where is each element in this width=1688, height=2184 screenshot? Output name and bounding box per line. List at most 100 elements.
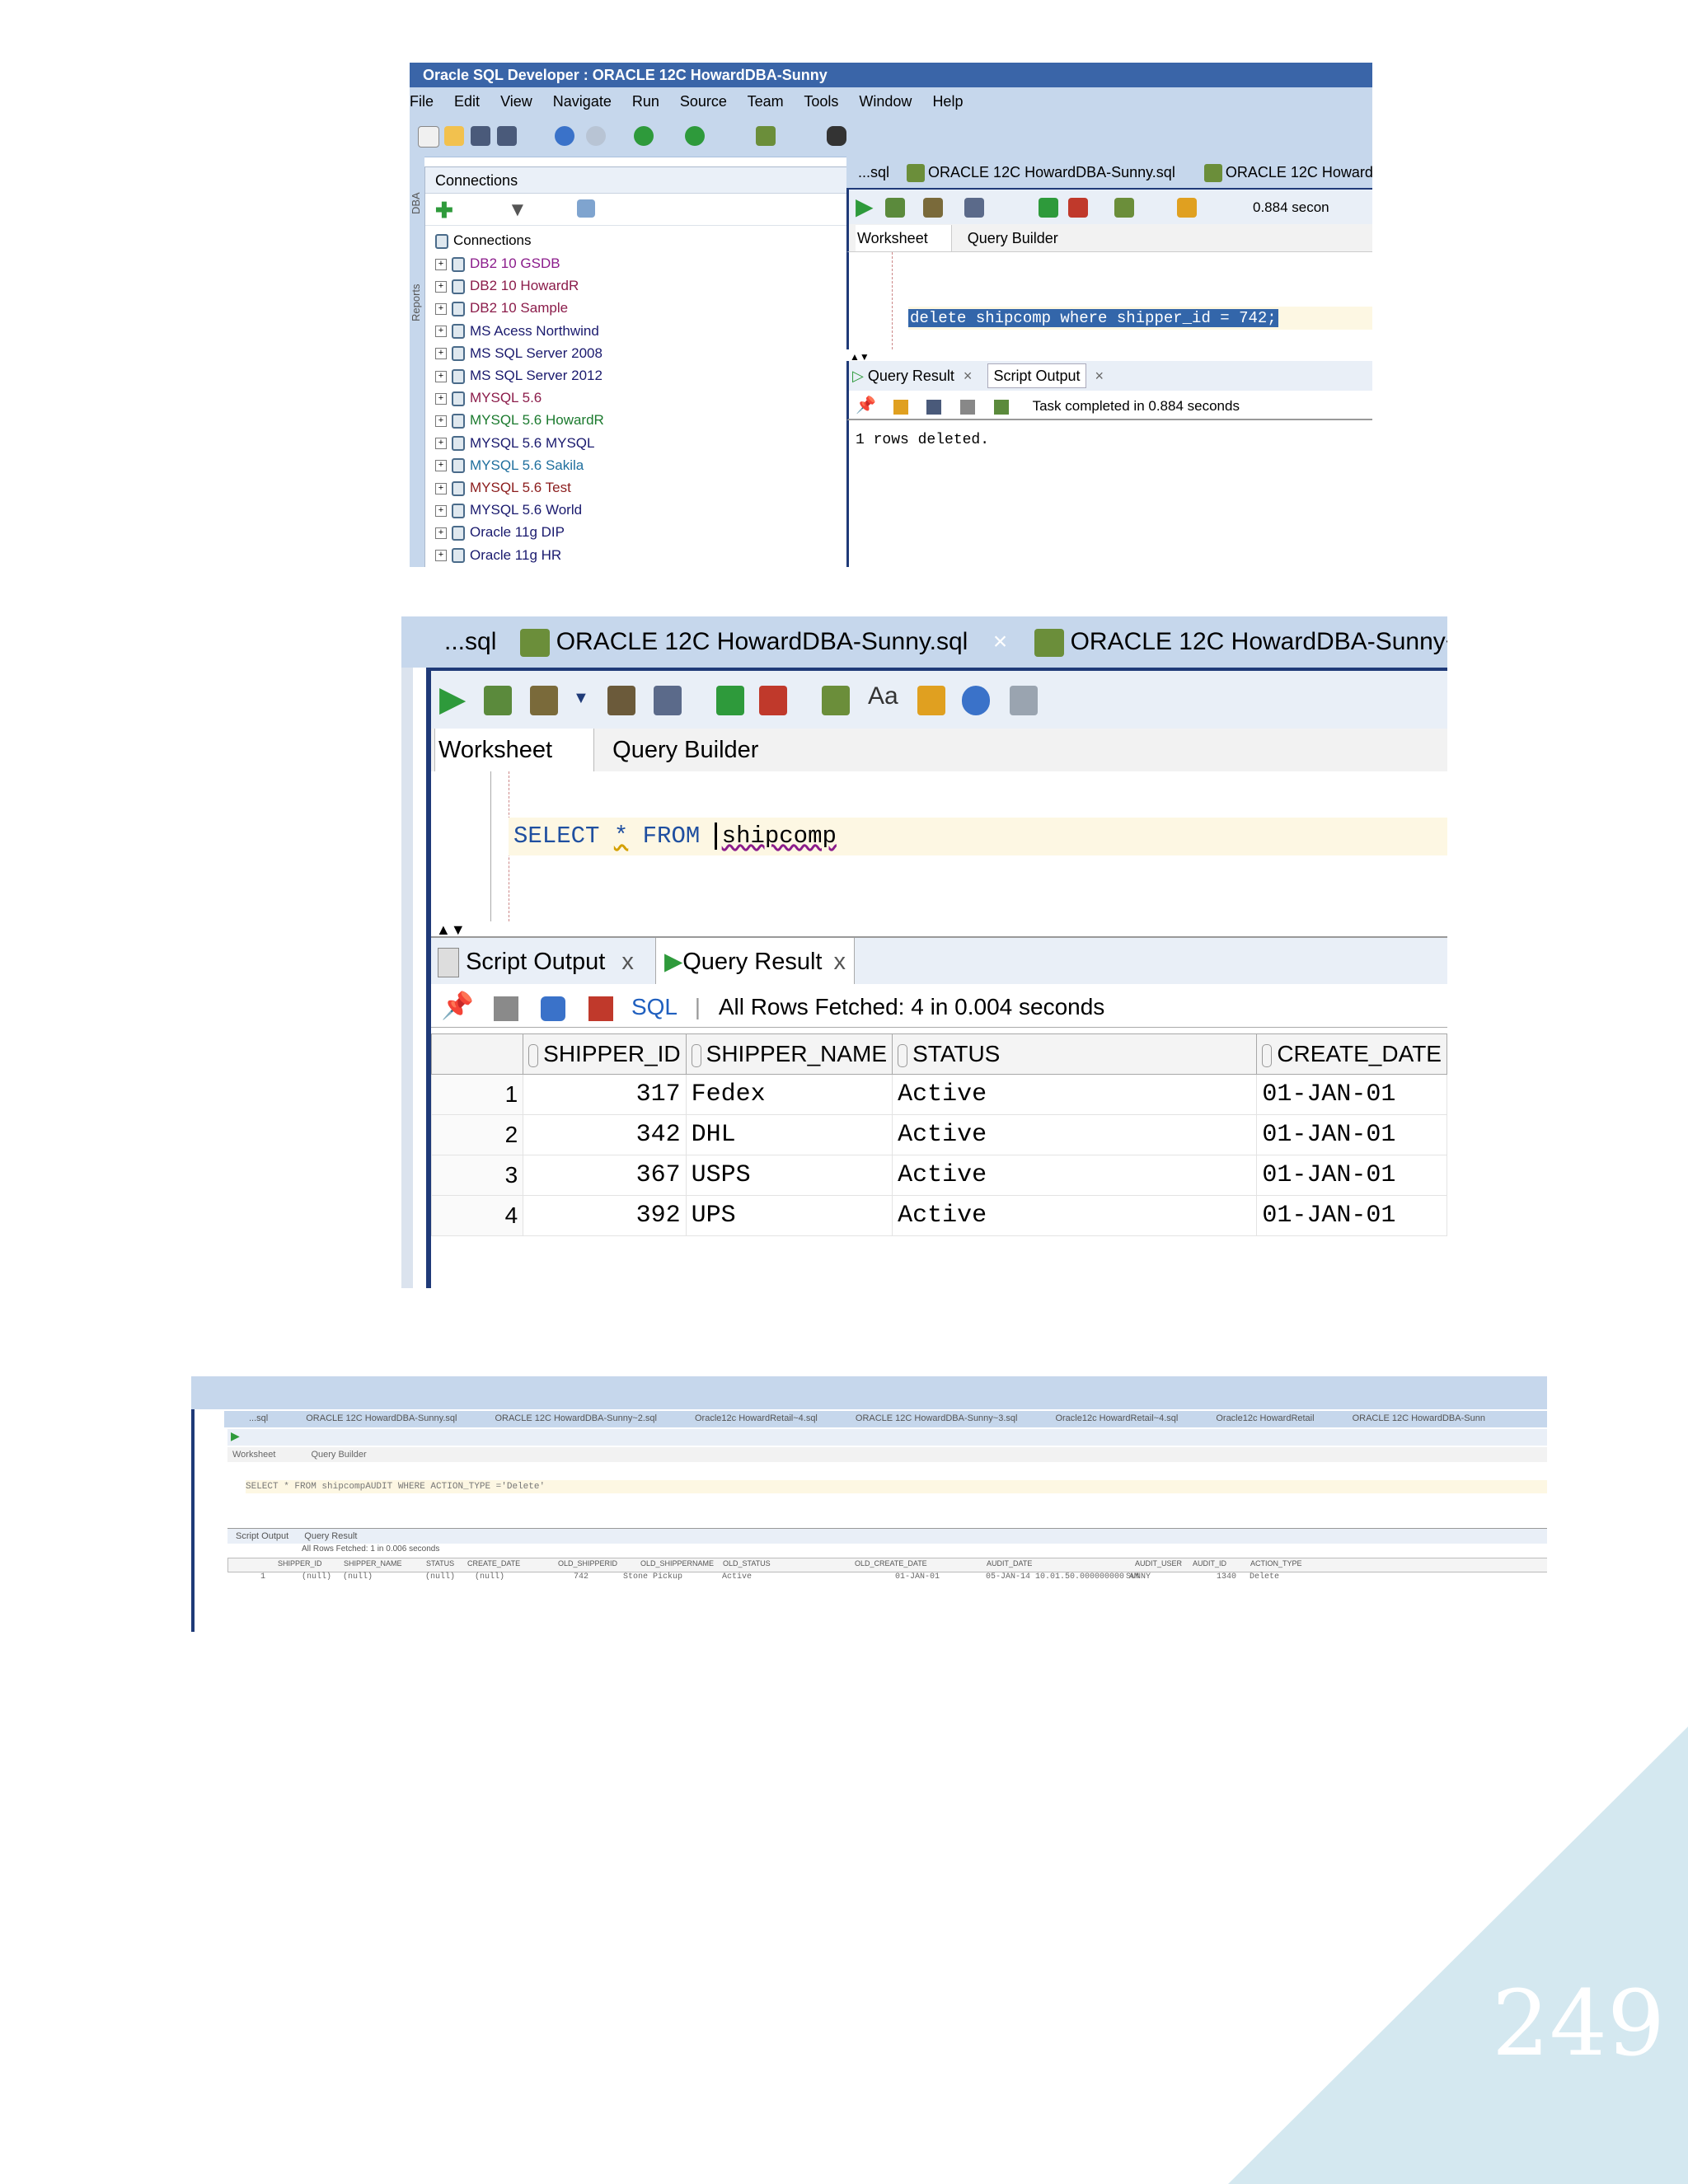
menu-source[interactable]: Source: [680, 93, 727, 110]
cell-shipper-name[interactable]: UPS: [685, 1195, 893, 1236]
run-statement-icon[interactable]: ▶: [856, 193, 874, 220]
clear-output-icon[interactable]: [893, 399, 908, 415]
tree-root[interactable]: Connections: [435, 230, 532, 251]
tab-worksheet[interactable]: Worksheet: [232, 1450, 275, 1460]
column-header[interactable]: SHIPPER_NAME: [344, 1559, 402, 1568]
expand-icon[interactable]: +: [435, 326, 447, 338]
grid-cell[interactable]: 742: [574, 1571, 588, 1584]
tab-howarddba-partial[interactable]: ORACLE 12C HowardD: [1203, 164, 1372, 183]
grid-cell[interactable]: (null): [425, 1571, 455, 1584]
menu-team[interactable]: Team: [748, 93, 784, 110]
tab-query-builder[interactable]: Query Builder: [612, 737, 758, 763]
close-icon[interactable]: ×: [964, 368, 973, 384]
column-header[interactable]: OLD_SHIPPERNAME: [640, 1559, 714, 1568]
grid-cell[interactable]: (null): [302, 1571, 331, 1584]
cell-shipper-id[interactable]: 392: [523, 1195, 687, 1236]
cell-shipper-name[interactable]: Fedex: [685, 1074, 893, 1115]
connection-item[interactable]: + MYSQL 5.6: [435, 387, 542, 409]
commit-icon[interactable]: [1039, 198, 1058, 218]
cell-shipper-name[interactable]: DHL: [685, 1114, 893, 1155]
menu-tools[interactable]: Tools: [804, 93, 838, 110]
expand-icon[interactable]: +: [435, 504, 447, 517]
tab-howarddba-sunny[interactable]: ORACLE 12C HowardDBA-Sunny.sql: [907, 164, 1175, 183]
connection-item[interactable]: + Oracle 11g HR: [435, 545, 561, 566]
rollback-icon[interactable]: [759, 686, 787, 715]
menu-help[interactable]: Help: [932, 93, 963, 110]
binoculars-icon[interactable]: [827, 126, 846, 146]
editor-tab[interactable]: Oracle12c HowardRetail: [1216, 1413, 1314, 1423]
expand-icon[interactable]: +: [435, 482, 447, 494]
column-header[interactable]: AUDIT_DATE: [987, 1559, 1032, 1568]
column-header-shipper-id[interactable]: SHIPPER_ID: [523, 1033, 687, 1075]
editor-tab[interactable]: Oracle12c HowardRetail~4.sql: [695, 1413, 818, 1423]
rollback-icon[interactable]: [1068, 198, 1088, 218]
cancel-fetch-icon[interactable]: [588, 996, 614, 1021]
clear-icon[interactable]: [1177, 198, 1197, 218]
cell-create-date[interactable]: 01-JAN-01: [1256, 1074, 1447, 1115]
grid-cell[interactable]: Active: [722, 1571, 752, 1584]
tab-howarddba-sunny[interactable]: ORACLE 12C HowardDBA-Sunny.sql: [519, 628, 968, 658]
connection-item[interactable]: + DB2 10 Sample: [435, 298, 568, 319]
tab-script-output[interactable]: Script Output: [236, 1531, 288, 1541]
column-header[interactable]: OLD_SHIPPERID: [558, 1559, 617, 1568]
row-number[interactable]: 4: [430, 1195, 524, 1236]
expand-icon[interactable]: +: [435, 527, 447, 539]
autotrace-icon[interactable]: [923, 198, 943, 218]
table-row[interactable]: 1 317 Fedex Active 01-JAN-01: [430, 1074, 1447, 1115]
expand-icon[interactable]: +: [435, 550, 447, 562]
save-output-icon[interactable]: [926, 399, 942, 415]
print-icon[interactable]: [960, 399, 976, 415]
filter-icon[interactable]: ▼: [508, 199, 528, 222]
grid-cell[interactable]: (null): [475, 1571, 504, 1584]
run-script-icon[interactable]: [484, 686, 512, 715]
explain-plan-icon[interactable]: [607, 686, 635, 715]
open-folder-icon[interactable]: [444, 126, 464, 146]
clear-icon[interactable]: [917, 686, 945, 715]
row-number[interactable]: 2: [430, 1114, 524, 1155]
new-file-icon[interactable]: [418, 126, 439, 148]
connection-item[interactable]: + MS Acess Northwind: [435, 321, 599, 342]
connection-item[interactable]: + DB2 10 GSDB: [435, 253, 560, 274]
menu-window[interactable]: Window: [859, 93, 912, 110]
connection-item[interactable]: + MYSQL 5.6 Test: [435, 477, 571, 499]
tab-howarddba-sunny-2[interactable]: ORACLE 12C HowardDBA-Sunny~2.sql: [1034, 628, 1447, 658]
column-header[interactable]: OLD_STATUS: [723, 1559, 771, 1568]
commit-icon[interactable]: [716, 686, 744, 715]
schema-browser-icon[interactable]: [577, 199, 595, 218]
run-statement-icon[interactable]: ▶: [231, 1429, 240, 1443]
cell-status[interactable]: Active: [892, 1195, 1258, 1236]
column-header[interactable]: OLD_CREATE_DATE: [855, 1559, 927, 1568]
sql-history-icon[interactable]: [962, 686, 990, 715]
editor-tab[interactable]: ORACLE 12C HowardDBA-Sunn: [1353, 1413, 1485, 1423]
grid-cell[interactable]: 1340: [1217, 1571, 1236, 1584]
cell-create-date[interactable]: 01-JAN-01: [1256, 1195, 1447, 1236]
tab-script-output[interactable]: Script Output: [987, 363, 1086, 388]
connection-item[interactable]: + MS SQL Server 2008: [435, 343, 603, 364]
dropdown-icon[interactable]: ▼: [573, 689, 589, 708]
connection-item[interactable]: + MYSQL 5.6 HowardR: [435, 410, 604, 431]
save-icon[interactable]: [471, 126, 490, 146]
grid-cell[interactable]: 05-JAN-14 10.01.50.000000000 AM: [986, 1571, 1139, 1584]
row-number[interactable]: 3: [430, 1155, 524, 1196]
cell-status[interactable]: Active: [892, 1114, 1258, 1155]
tab-script-output[interactable]: Script Output: [466, 949, 605, 975]
menu-view[interactable]: View: [500, 93, 532, 110]
tab-sql[interactable]: ...sql: [444, 628, 496, 655]
save-all-icon[interactable]: [497, 126, 517, 146]
expand-icon[interactable]: +: [435, 460, 447, 472]
sql-link[interactable]: SQL: [631, 994, 677, 1019]
close-icon[interactable]: ×: [993, 628, 1008, 655]
expand-icon[interactable]: +: [435, 370, 447, 382]
column-header[interactable]: AUDIT_USER: [1135, 1559, 1182, 1568]
grid-cell[interactable]: SUNNY: [1126, 1571, 1151, 1584]
tab-query-result[interactable]: ▶Query Result x: [654, 938, 855, 986]
close-icon[interactable]: ×: [1095, 368, 1104, 384]
tab-query-result[interactable]: Query Result: [304, 1531, 357, 1541]
redo-icon[interactable]: [586, 126, 606, 146]
sql-tuning-icon[interactable]: [1114, 198, 1134, 218]
expand-icon[interactable]: +: [435, 348, 447, 360]
tab-query-result[interactable]: Query Result: [868, 368, 954, 384]
editor-tab[interactable]: ORACLE 12C HowardDBA-Sunny~3.sql: [856, 1413, 1018, 1423]
connection-item[interactable]: + MYSQL 5.6 World: [435, 499, 582, 521]
add-connection-icon[interactable]: ✚: [435, 199, 453, 221]
